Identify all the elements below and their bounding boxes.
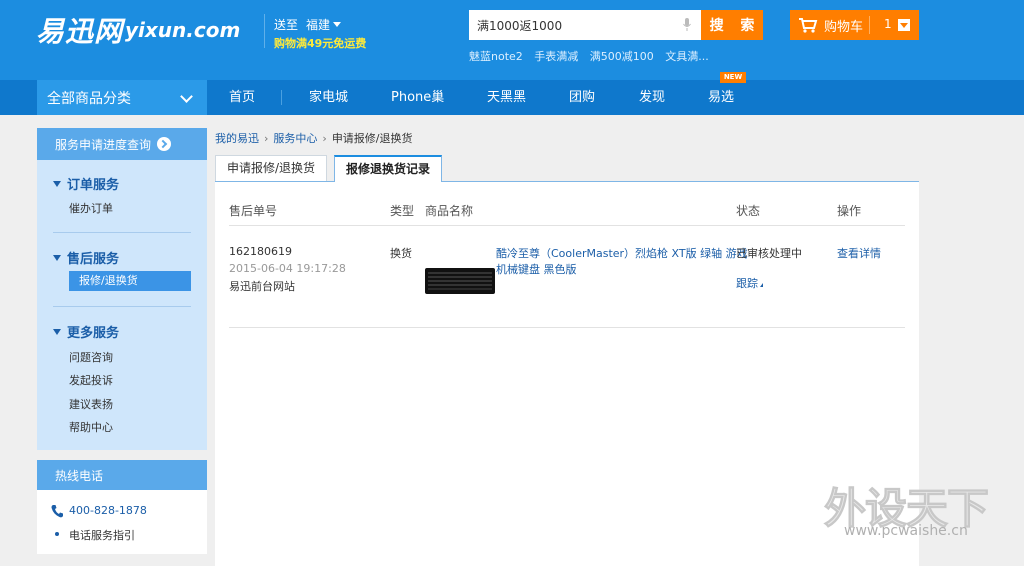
row-divider-line (229, 327, 905, 328)
breadcrumb: 我的易迅 › 服务中心 › 申请报修/退换货 (215, 130, 413, 146)
track-link[interactable]: 跟踪 (736, 275, 763, 291)
triangle-down-icon (53, 255, 61, 261)
product-name-line2[interactable]: 机械键盘 黑色版 (496, 261, 577, 277)
triangle-down-icon (53, 181, 61, 187)
main-nav: 全部商品分类 首页 家电城 Phone巢 天黑黑 团购 发现 易选 NEW (0, 72, 1024, 115)
logo-english: yixun.com (125, 18, 241, 42)
cart-label: 购物车 (824, 19, 864, 35)
sidebar-item-suggestion[interactable]: 建议表扬 (69, 396, 113, 412)
watermark: 外设天下 www.pcwaishe.cn (823, 475, 1014, 545)
sidebar-group-label: 订单服务 (67, 178, 120, 193)
nav-item-discover[interactable]: 发现 (639, 80, 665, 115)
breadcrumb-my-yixun[interactable]: 我的易迅 (215, 132, 259, 145)
column-header-status: 状态 (736, 204, 761, 218)
nav-item-appliances[interactable]: 家电城 (309, 80, 348, 115)
hot-keyword[interactable]: 满500减100 (590, 50, 654, 63)
cart-icon (799, 18, 818, 33)
breadcrumb-service-center[interactable]: 服务中心 (273, 132, 317, 145)
ship-to-selector[interactable]: 送至 福建 (274, 16, 342, 33)
service-type: 换货 (390, 247, 412, 260)
header-divider (264, 14, 265, 48)
cart-dropdown-icon[interactable] (898, 19, 910, 31)
ship-region[interactable]: 福建 (306, 18, 330, 32)
order-number: 162180619 (229, 245, 292, 258)
chevron-down-icon (180, 90, 193, 103)
column-header-product: 商品名称 (425, 204, 474, 218)
column-header-order-no: 售后单号 (229, 204, 278, 218)
track-label: 跟踪 (736, 277, 758, 290)
header-divider-line (229, 225, 905, 226)
site-logo[interactable]: 易迅网 yixun.com (36, 12, 240, 48)
search-button[interactable]: 搜 索 (701, 10, 763, 40)
sidebar-menu: 订单服务 催办订单 售后服务 报修/退换货 更多服务 问题咨询 发起投诉 建议表… (37, 160, 207, 450)
tab-repair-records[interactable]: 报修退换货记录 (334, 155, 442, 182)
hot-keyword[interactable]: 魅蓝note2 (469, 50, 523, 63)
sidebar-item-help[interactable]: 帮助中心 (69, 419, 113, 435)
microphone-icon[interactable] (683, 18, 691, 32)
tab-apply-repair[interactable]: 申请报修/退换货 (215, 155, 327, 182)
chevron-right-icon: › (264, 132, 269, 145)
sidebar-group-label: 售后服务 (67, 252, 120, 267)
service-progress-label: 服务申请进度查询 (55, 137, 152, 152)
phone-guide-link[interactable]: 电话服务指引 (69, 527, 135, 543)
sidebar-item-repair-return[interactable]: 报修/退换货 (69, 271, 191, 291)
nav-item-tianheihei[interactable]: 天黑黑 (487, 80, 526, 115)
ship-to-label: 送至 (274, 18, 299, 32)
phone-icon (51, 505, 63, 518)
bullet-icon (55, 532, 59, 536)
breadcrumb-current: 申请报修/退换货 (331, 132, 413, 145)
order-datetime: 2015-06-04 19:17:28 (229, 262, 346, 275)
nav-item-home[interactable]: 首页 (229, 80, 255, 115)
search-input[interactable] (469, 10, 669, 40)
site-header: 易迅网 yixun.com 送至福建 购物满49元免运费 搜 索 魅蓝note2… (0, 0, 1024, 80)
nav-divider (281, 90, 282, 105)
sidebar-divider (53, 306, 191, 307)
cart-button[interactable]: 购物车 1 (790, 10, 919, 40)
watermark-url: www.pcwaishe.cn (844, 523, 968, 539)
new-badge: NEW (720, 72, 746, 83)
product-name-line1[interactable]: 酷冷至尊（CoolerMaster）烈焰枪 XT版 绿轴 游戏 (496, 245, 748, 261)
hot-keyword[interactable]: 手表满减 (534, 50, 578, 63)
arrow-right-circle-icon (157, 137, 172, 151)
all-categories-button[interactable]: 全部商品分类 (37, 80, 207, 115)
sidebar-divider (53, 232, 191, 233)
sidebar-item-complaint[interactable]: 发起投诉 (69, 372, 113, 388)
hotline-title: 热线电话 (37, 460, 207, 490)
order-status: 已审核处理中 (736, 247, 802, 260)
sidebar-group-aftersale[interactable]: 售后服务 (53, 248, 119, 267)
cart-count: 1 (884, 17, 892, 31)
logo-chinese: 易迅网 (36, 15, 124, 48)
triangle-down-icon (53, 329, 61, 335)
sidebar-item-urge-order[interactable]: 催办订单 (69, 200, 113, 216)
shipping-promo: 购物满49元免运费 (274, 37, 367, 50)
sidebar-group-label: 更多服务 (67, 326, 120, 341)
records-panel: 售后单号 类型 商品名称 状态 操作 162180619 2015-06-04 … (215, 181, 919, 566)
nav-item-groupbuy[interactable]: 团购 (569, 80, 595, 115)
sidebar-item-consult[interactable]: 问题咨询 (69, 349, 113, 365)
sidebar-group-order[interactable]: 订单服务 (53, 174, 119, 193)
column-header-type: 类型 (390, 204, 415, 218)
service-progress-link[interactable]: 服务申请进度查询 (37, 128, 207, 160)
chevron-right-icon: › (322, 132, 327, 145)
hotline-number: 400-828-1878 (69, 504, 147, 517)
caret-up-icon (760, 283, 763, 287)
caret-down-icon (333, 22, 342, 27)
order-source: 易迅前台网站 (229, 280, 295, 293)
cart-divider (869, 16, 870, 34)
sidebar-group-more[interactable]: 更多服务 (53, 322, 119, 341)
nav-item-yixuan[interactable]: 易选 (708, 80, 734, 115)
hot-keywords: 魅蓝note2 手表满减 满500减100 文具满... (469, 48, 717, 64)
keyboard-product-image[interactable] (425, 266, 495, 296)
nav-item-phone[interactable]: Phone巢 (391, 80, 444, 115)
search-box (469, 10, 701, 40)
view-details-link[interactable]: 查看详情 (837, 245, 881, 261)
hotline-panel: 400-828-1878 电话服务指引 (37, 490, 207, 554)
all-categories-label: 全部商品分类 (47, 90, 131, 107)
column-header-action: 操作 (837, 204, 862, 218)
hot-keyword[interactable]: 文具满... (665, 50, 709, 63)
